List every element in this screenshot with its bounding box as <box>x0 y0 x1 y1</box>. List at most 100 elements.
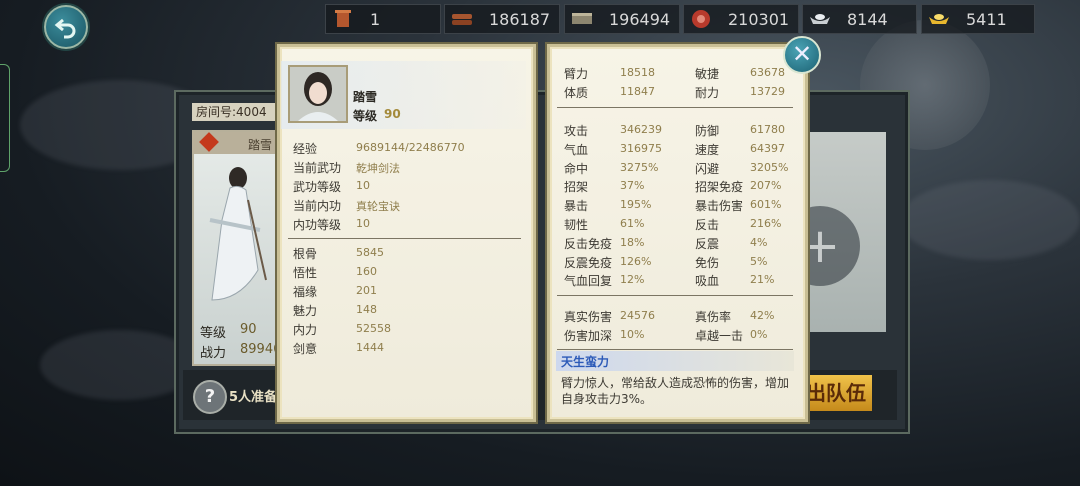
silver-ingot-icon <box>807 8 833 30</box>
stat-label: 卓越一击 <box>695 329 744 343</box>
avatar-portrait <box>290 67 346 121</box>
book-icon <box>569 8 595 30</box>
resource-counter: 1 <box>325 4 441 34</box>
stat-label: 臂力 <box>564 67 589 81</box>
stat-label: 气血 <box>564 142 589 157</box>
stat-value: 3275% <box>620 160 659 174</box>
room-number: 房间号:4004 <box>192 103 286 121</box>
info-value: 10 <box>356 179 370 192</box>
stat-value: 346239 <box>620 123 662 136</box>
info-label: 当前武功 <box>293 161 342 175</box>
back-arrow-icon <box>54 18 76 39</box>
attribute-value: 5845 <box>356 246 384 259</box>
resource-counter: 5411 <box>921 4 1035 34</box>
character-name: 踏雪 <box>353 90 378 104</box>
attribute-value: 1444 <box>356 341 384 354</box>
stat-label: 反击 <box>695 218 720 232</box>
stat-value: 61% <box>620 217 645 230</box>
resource-value: 5411 <box>966 9 1007 29</box>
info-label: 武功等级 <box>293 180 342 194</box>
resource-counter: 8144 <box>802 4 917 34</box>
attribute-value: 52558 <box>356 322 391 335</box>
side-tab[interactable] <box>0 64 10 172</box>
attribute-label: 悟性 <box>293 266 318 280</box>
stat-label: 命中 <box>564 161 589 176</box>
help-button[interactable]: ? <box>193 380 227 414</box>
avatar <box>288 65 348 123</box>
member-power-value: 89946 <box>240 342 282 357</box>
member-name: 踏雪 <box>248 138 273 152</box>
stat-label: 伤害加深 <box>564 329 613 343</box>
stat-value: 4% <box>750 235 768 249</box>
attribute-label: 剑意 <box>293 342 318 356</box>
stat-value: 207% <box>750 179 782 193</box>
stat-label: 免伤 <box>695 255 720 270</box>
stat-value: 13729 <box>750 85 785 98</box>
stat-label: 暴击 <box>564 199 589 214</box>
member-level-value: 90 <box>240 322 257 337</box>
stat-label: 耐力 <box>695 86 720 100</box>
stat-label: 反击免疫 <box>564 236 613 251</box>
stat-label: 招架 <box>564 180 589 195</box>
stat-label: 真伤率 <box>695 310 732 324</box>
attribute-label: 根骨 <box>293 247 318 261</box>
close-button[interactable]: ✕ <box>783 36 821 74</box>
ready-status: 5人准备 <box>229 390 278 405</box>
resource-value: 8144 <box>847 9 888 29</box>
talent-description: 臂力惊人，常给敌人造成恐怖的伤害，增加自身攻击力3%。 <box>561 376 790 406</box>
attribute-value: 201 <box>356 284 377 297</box>
attribute-label: 福缘 <box>293 285 318 299</box>
resource-value: 186187 <box>489 9 551 29</box>
attribute-label: 魅力 <box>293 304 318 318</box>
character-figure <box>209 167 267 301</box>
divider <box>557 349 793 350</box>
resource-counter: 196494 <box>564 4 680 34</box>
attribute-value: 148 <box>356 303 377 316</box>
stat-value: 42% <box>750 309 775 322</box>
resource-counter: 210301 <box>683 4 799 34</box>
attribute-value: 160 <box>356 265 377 278</box>
stat-label: 暴击伤害 <box>695 199 744 214</box>
stat-value: 126% <box>620 254 652 268</box>
stat-label: 反震 <box>695 236 720 251</box>
stat-value: 10% <box>620 328 645 341</box>
resource-value: 196494 <box>609 9 671 29</box>
stat-value: 316975 <box>620 141 662 155</box>
stat-value: 601% <box>750 198 782 212</box>
info-value: 真轮宝诀 <box>356 200 400 213</box>
attribute-label: 内力 <box>293 323 318 337</box>
info-label: 当前内功 <box>293 199 342 213</box>
gold-ingot-icon <box>926 8 952 30</box>
info-value: 9689144/22486770 <box>356 141 465 154</box>
leader-flag-icon <box>199 132 219 152</box>
member-power-label: 战力 <box>200 346 227 361</box>
stat-value: 64397 <box>750 141 785 155</box>
stat-value: 37% <box>620 179 645 193</box>
stat-value: 11847 <box>620 85 655 98</box>
divider <box>288 238 521 239</box>
divider <box>557 107 793 108</box>
stat-value: 18518 <box>620 66 655 79</box>
resource-value: 210301 <box>728 9 790 29</box>
stat-value: 12% <box>620 273 645 287</box>
back-button[interactable] <box>44 5 88 49</box>
stat-label: 闪避 <box>695 161 720 176</box>
divider <box>557 295 793 296</box>
stat-value: 195% <box>620 198 652 212</box>
stat-label: 反震免疫 <box>564 255 613 270</box>
stat-value: 24576 <box>620 309 655 322</box>
stat-label: 攻击 <box>564 124 589 138</box>
character-level-label: 等级 <box>353 109 378 123</box>
leave-team-button[interactable]: 出队伍 <box>806 375 872 411</box>
stat-value: 5% <box>750 254 768 268</box>
stat-label: 气血回复 <box>564 274 613 289</box>
info-label: 内功等级 <box>293 218 342 232</box>
stat-value: 3205% <box>750 160 789 174</box>
character-level-value: 90 <box>384 107 401 121</box>
member-card-header: 踏雪 <box>192 132 282 154</box>
resource-value: 1 <box>370 9 381 29</box>
scroll-icon <box>330 8 356 30</box>
stat-value: 18% <box>620 235 645 249</box>
stat-label: 韧性 <box>564 218 589 232</box>
info-value: 10 <box>356 217 370 230</box>
